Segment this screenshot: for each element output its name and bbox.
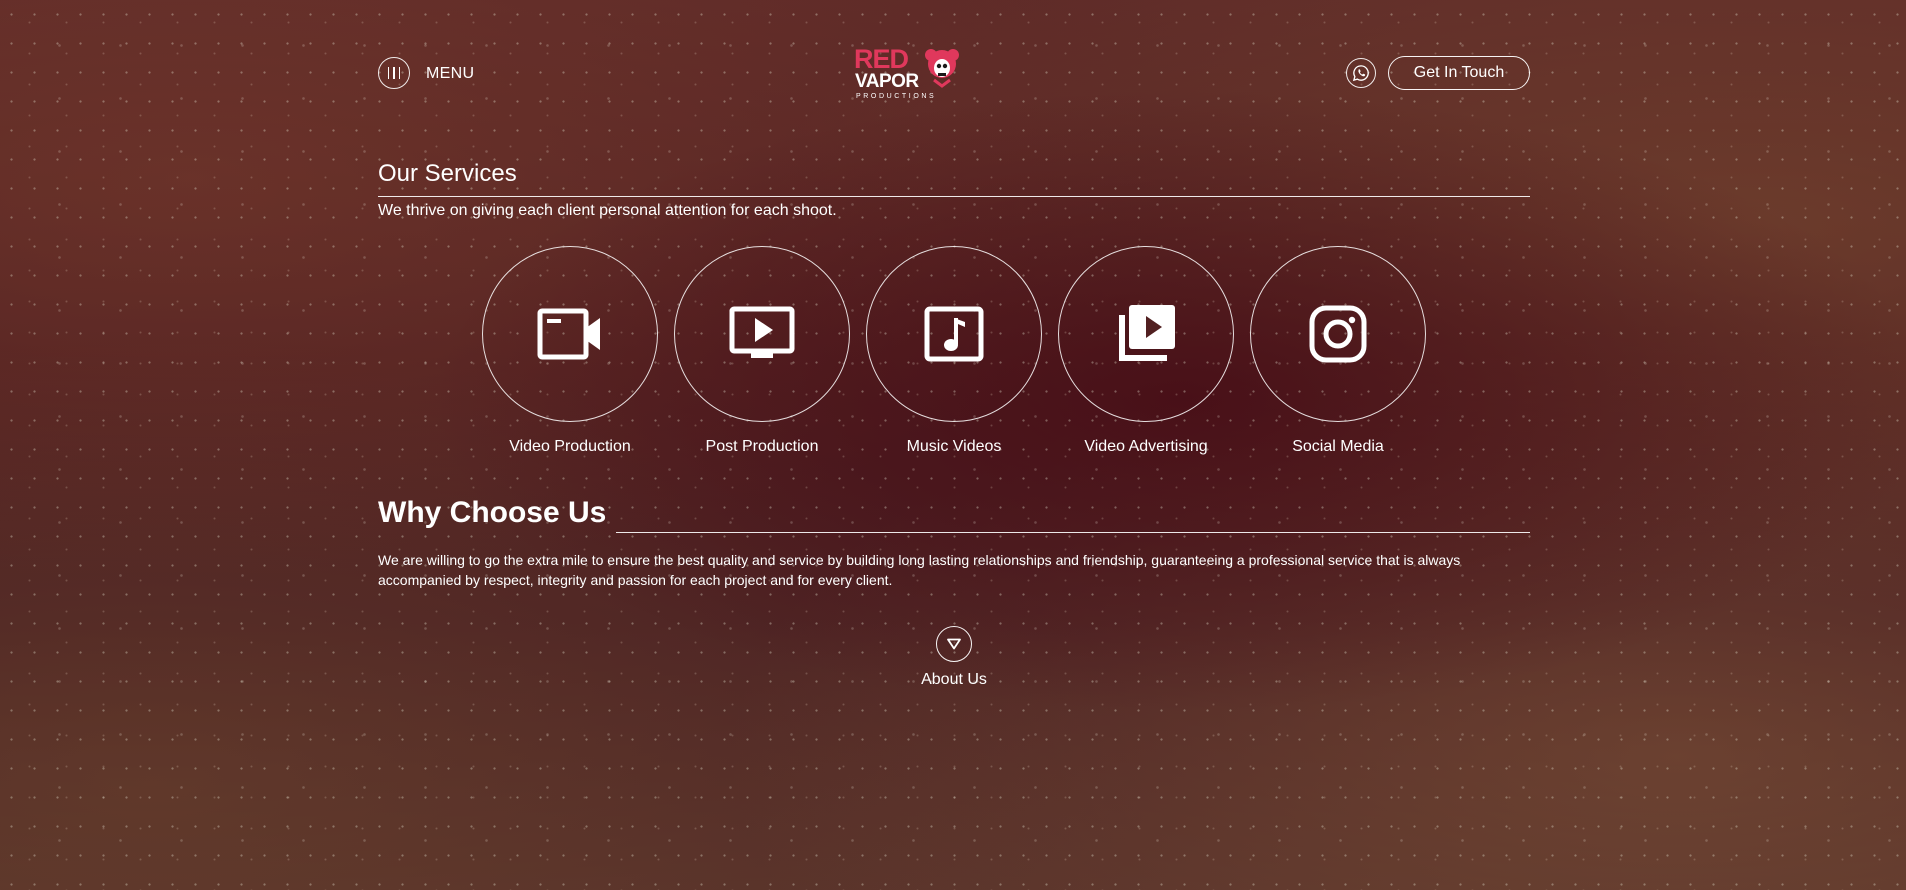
service-circle[interactable] [866, 246, 1042, 422]
video-library-icon [1119, 305, 1175, 361]
scroll-down-button[interactable] [936, 626, 972, 662]
hamburger-icon-bar [398, 67, 401, 79]
video-camera-icon [537, 308, 600, 360]
service-label[interactable]: Social Media [1250, 438, 1426, 456]
hamburger-icon-bar [393, 67, 395, 79]
instagram-icon [1309, 305, 1367, 363]
service-circle[interactable] [674, 246, 850, 422]
service-label[interactable]: Music Videos [866, 438, 1042, 456]
service-circle[interactable] [1058, 246, 1234, 422]
service-circle[interactable] [1250, 246, 1426, 422]
whatsapp-icon [1352, 65, 1369, 82]
service-circle[interactable] [482, 246, 658, 422]
page-container: MENU RED VAPOR PRODUCTIONS Get In Touch … [378, 0, 1530, 890]
get-in-touch-button[interactable]: Get In Touch [1388, 56, 1530, 90]
logo-line-vapor: VAPOR [855, 71, 919, 92]
why-choose-us-title: Why Choose Us [378, 496, 607, 529]
logo-line-productions: PRODUCTIONS [856, 93, 937, 100]
services-divider [378, 196, 1530, 197]
service-label[interactable]: Video Production [482, 438, 658, 456]
logo[interactable]: RED VAPOR PRODUCTIONS [854, 46, 974, 106]
service-video-production[interactable]: Video Production [482, 246, 658, 456]
service-label[interactable]: Video Advertising [1058, 438, 1234, 456]
menu-label[interactable]: MENU [426, 65, 474, 83]
service-label[interactable]: Post Production [674, 438, 850, 456]
hamburger-icon [387, 67, 390, 79]
services-title: Our Services [378, 160, 517, 187]
services-subtitle: We thrive on giving each client personal… [378, 202, 837, 219]
site-header: MENU RED VAPOR PRODUCTIONS Get In Touch [378, 46, 1530, 100]
service-post-production[interactable]: Post Production [674, 246, 850, 456]
skull-logo-icon [925, 49, 959, 88]
whatsapp-button[interactable] [1346, 58, 1376, 88]
about-us-link[interactable]: About Us [904, 626, 1004, 689]
service-music-videos[interactable]: Music Videos [866, 246, 1042, 456]
chevron-down-icon [947, 638, 961, 650]
services-list: Video Production Post Production Music V… [482, 246, 1426, 456]
menu-toggle-button[interactable] [378, 57, 410, 89]
about-us-label[interactable]: About Us [904, 671, 1004, 689]
service-video-advertising[interactable]: Video Advertising [1058, 246, 1234, 456]
logo-line-red: RED [854, 44, 909, 74]
why-divider [616, 532, 1530, 533]
music-note-icon [924, 306, 984, 362]
why-choose-us-text: We are willing to go the extra mile to e… [378, 552, 1461, 588]
play-monitor-icon [729, 306, 795, 358]
service-social-media[interactable]: Social Media [1250, 246, 1426, 456]
